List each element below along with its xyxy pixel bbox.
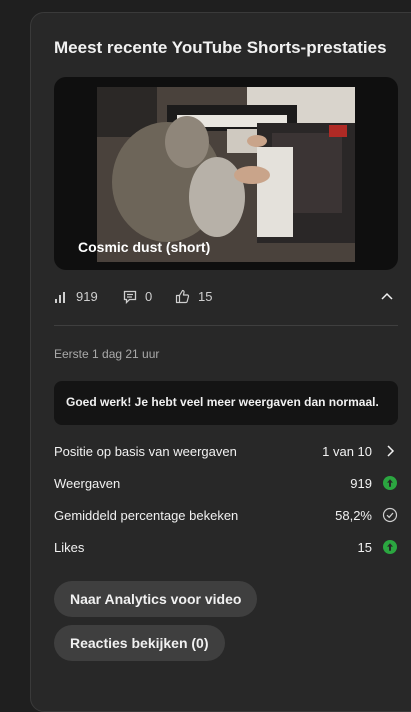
metric-row-position[interactable]: Positie op basis van weergaven 1 van 10	[54, 444, 398, 464]
metric-value: 919	[350, 476, 372, 491]
metric-label: Weergaven	[54, 476, 121, 491]
metric-row-views: Weergaven 919	[54, 476, 398, 496]
comments-count: 0	[145, 289, 153, 304]
stats-row: 919 0 15	[54, 289, 398, 307]
comments-stat: 0	[123, 289, 152, 304]
arrow-up-circle-icon	[383, 476, 397, 490]
time-since-published: Eerste 1 dag 21 uur	[54, 347, 160, 361]
views-stat: 919	[54, 289, 98, 304]
video-title-overlay: Cosmic dust (short)	[78, 239, 211, 255]
chevron-right-icon	[387, 445, 395, 457]
metric-label: Positie op basis van weergaven	[54, 444, 237, 459]
metric-label: Likes	[54, 540, 85, 555]
bar-chart-icon	[55, 291, 65, 303]
metric-value: 1 van 10	[322, 444, 372, 459]
metric-value: 15	[357, 540, 372, 555]
metric-row-likes: Likes 15	[54, 540, 398, 560]
metric-label: Gemiddeld percentage bekeken	[54, 508, 239, 523]
analytics-button[interactable]: Naar Analytics voor video	[54, 581, 258, 617]
comment-icon	[123, 290, 137, 304]
video-frame	[97, 87, 355, 262]
thumbs-up-icon	[175, 289, 190, 304]
chevron-up-icon	[381, 292, 393, 300]
views-count: 919	[76, 289, 98, 304]
metric-row-avg-viewed: Gemiddeld percentage bekeken 58,2%	[54, 507, 398, 528]
metric-value: 58,2%	[335, 508, 372, 523]
likes-count: 15	[198, 289, 213, 304]
video-still-image	[97, 87, 355, 262]
likes-stat: 15	[175, 289, 212, 304]
divider	[54, 325, 398, 326]
performance-banner: Goed werk! Je hebt veel meer weergaven d…	[54, 381, 398, 425]
card-title: Meest recente YouTube Shorts-prestaties	[54, 38, 387, 57]
video-thumbnail[interactable]: Cosmic dust (short)	[54, 77, 398, 270]
collapse-button[interactable]	[380, 289, 394, 303]
arrow-up-circle-icon	[383, 540, 397, 554]
check-circle-icon	[382, 507, 398, 523]
view-comments-button[interactable]: Reacties bekijken (0)	[54, 625, 225, 661]
